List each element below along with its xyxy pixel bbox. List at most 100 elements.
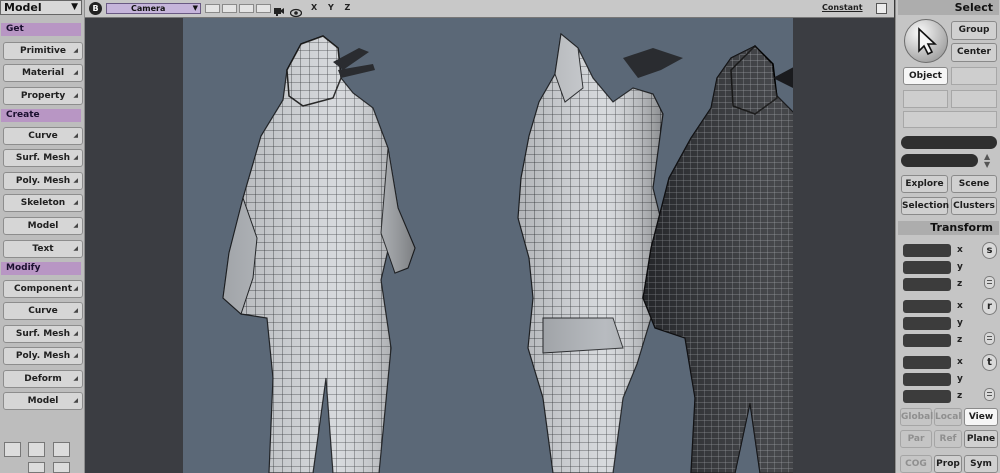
scale-lock-icon[interactable] — [984, 276, 995, 289]
scale-z-field[interactable] — [903, 278, 951, 291]
rotate-mode-button[interactable]: r — [982, 298, 997, 315]
camera-dropdown[interactable]: Camera ▼ — [106, 3, 201, 14]
axis-z-label[interactable]: z — [957, 278, 962, 291]
create-text-button[interactable]: Text ◢ — [3, 240, 83, 258]
mode-dropdown[interactable]: Model ▼ — [0, 0, 82, 15]
layout-grid-icon[interactable] — [53, 462, 70, 473]
filter-slot-2[interactable] — [951, 67, 997, 85]
submenu-triangle-icon: ◢ — [73, 397, 78, 404]
axis-y-label[interactable]: y — [957, 261, 963, 274]
scale-mode-button[interactable]: s — [982, 242, 997, 259]
create-poly-mesh-button[interactable]: Poly. Mesh ◢ — [3, 172, 83, 190]
object-filter-button[interactable]: Object — [903, 67, 948, 85]
filter-slot-4[interactable] — [951, 90, 997, 108]
layout-row-icon[interactable] — [28, 462, 45, 473]
scene-button[interactable]: Scene — [951, 175, 997, 193]
get-material-button[interactable]: Material ◢ — [3, 64, 83, 82]
section-modify[interactable]: Modify — [1, 262, 81, 275]
layout-single-icon[interactable] — [4, 442, 21, 457]
create-surf-mesh-button[interactable]: Surf. Mesh ◢ — [3, 149, 83, 167]
maximize-icon[interactable] — [876, 3, 887, 14]
view-slot-2[interactable] — [222, 4, 237, 13]
par-button[interactable]: Par — [900, 430, 932, 448]
button-label: Poly. Mesh — [15, 351, 71, 361]
shading-mode-menu[interactable]: Constant — [822, 3, 863, 12]
selection-button[interactable]: Selection — [901, 197, 949, 215]
modify-poly-mesh-button[interactable]: Poly. Mesh ◢ — [3, 347, 83, 365]
viewport-menu-button[interactable]: B — [89, 2, 102, 15]
translate-y-field[interactable] — [903, 373, 951, 386]
layout-icons — [2, 438, 82, 473]
clusters-button[interactable]: Clusters — [951, 197, 997, 215]
section-create[interactable]: Create — [1, 109, 81, 122]
rotate-z-field[interactable] — [903, 334, 951, 347]
modify-surf-mesh-button[interactable]: Surf. Mesh ◢ — [3, 325, 83, 343]
axis-toggles[interactable]: X Y Z — [311, 3, 354, 12]
scene-view[interactable] — [85, 18, 894, 473]
modify-curve-button[interactable]: Curve ◢ — [3, 302, 83, 320]
rotate-x-field[interactable] — [903, 300, 951, 313]
sym-button[interactable]: Sym — [964, 455, 998, 473]
plane-button[interactable]: Plane — [964, 430, 998, 448]
axis-z-label[interactable]: z — [957, 334, 962, 347]
viewport-background — [183, 18, 793, 473]
axis-z-label[interactable]: z — [957, 390, 962, 403]
view-slot-3[interactable] — [239, 4, 254, 13]
viewport[interactable]: B Camera ▼ X Y Z Constant — [85, 0, 894, 473]
create-skeleton-button[interactable]: Skeleton ◢ — [3, 194, 83, 212]
global-button[interactable]: Global — [900, 408, 933, 426]
camera-label: Camera — [131, 4, 166, 13]
submenu-triangle-icon: ◢ — [73, 245, 78, 252]
axis-y-label[interactable]: y — [957, 373, 963, 386]
translate-mode-button[interactable]: t — [982, 354, 997, 371]
translate-x-field[interactable] — [903, 356, 951, 369]
layout-quad-icon[interactable] — [53, 442, 70, 457]
chevron-down-icon: ▼ — [71, 2, 78, 12]
view-slot-4[interactable] — [256, 4, 271, 13]
wireframe-render — [222, 32, 793, 473]
modify-deform-button[interactable]: Deform ◢ — [3, 370, 83, 388]
spinner-arrows-icon[interactable]: ▲ ▼ — [984, 153, 990, 169]
modify-model-button[interactable]: Model ◢ — [3, 392, 83, 410]
explore-button[interactable]: Explore — [901, 175, 948, 193]
rotate-lock-icon[interactable] — [984, 332, 995, 345]
group-button[interactable]: Group — [951, 21, 997, 40]
transform-panel-title: Transform — [898, 221, 999, 235]
get-property-button[interactable]: Property ◢ — [3, 87, 83, 105]
select-arrow-button[interactable] — [904, 19, 948, 63]
filter-dropdown[interactable] — [903, 111, 997, 128]
axis-x-label[interactable]: x — [957, 244, 963, 257]
modify-component-button[interactable]: Component ◢ — [3, 280, 83, 298]
create-curve-button[interactable]: Curve ◢ — [3, 127, 83, 145]
rotate-y-field[interactable] — [903, 317, 951, 330]
view-slot-1[interactable] — [205, 4, 220, 13]
cog-button[interactable]: COG — [900, 455, 932, 473]
ref-button[interactable]: Ref — [934, 430, 962, 448]
button-label: Curve — [28, 306, 58, 316]
layout-split-icon[interactable] — [28, 442, 45, 457]
scale-x-field[interactable] — [903, 244, 951, 257]
filter-slot-3[interactable] — [903, 90, 948, 108]
axis-x-label[interactable]: x — [957, 300, 963, 313]
submenu-triangle-icon: ◢ — [73, 352, 78, 359]
get-primitive-button[interactable]: Primitive ◢ — [3, 42, 83, 60]
translate-lock-icon[interactable] — [984, 388, 995, 401]
translate-z-field[interactable] — [903, 390, 951, 403]
local-button[interactable]: Local — [934, 408, 962, 426]
create-model-button[interactable]: Model ◢ — [3, 217, 83, 235]
center-button[interactable]: Center — [951, 43, 997, 62]
submenu-triangle-icon: ◢ — [73, 154, 78, 161]
selection-value-field[interactable] — [901, 154, 978, 167]
scale-y-field[interactable] — [903, 261, 951, 274]
button-label: Surf. Mesh — [15, 329, 71, 339]
axis-y-label[interactable]: y — [957, 317, 963, 330]
view-button[interactable]: View — [964, 408, 998, 426]
button-label: Text — [32, 244, 54, 254]
figure-front-wireframe — [222, 35, 416, 473]
axis-x-label[interactable]: x — [957, 356, 963, 369]
viewport-header: B Camera ▼ X Y Z Constant — [85, 0, 894, 18]
submenu-triangle-icon: ◢ — [73, 330, 78, 337]
prop-button[interactable]: Prop — [934, 455, 962, 473]
section-get[interactable]: Get — [1, 23, 81, 36]
selection-name-field[interactable] — [901, 136, 997, 149]
